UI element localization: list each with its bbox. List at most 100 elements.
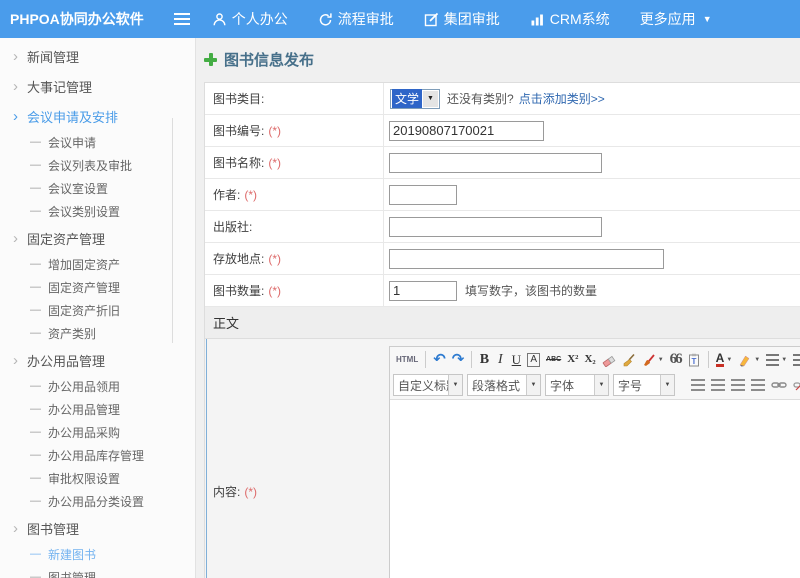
bold-button[interactable]: B bbox=[477, 349, 491, 370]
paragraph-select[interactable]: 段落格式▼ bbox=[467, 374, 541, 396]
undo-button[interactable]: ↶ bbox=[431, 349, 448, 370]
sidebar-item-supplies-manage[interactable]: —办公用品管理 bbox=[0, 398, 195, 421]
dash-icon: — bbox=[30, 137, 41, 148]
author-input[interactable] bbox=[389, 185, 457, 205]
heading-select[interactable]: 自定义标题▼ bbox=[393, 374, 463, 396]
sidebar-group-office-supplies[interactable]: ›办公用品管理 bbox=[0, 345, 195, 375]
nav-group-approval[interactable]: 集团审批 bbox=[424, 9, 500, 29]
nav-more-apps[interactable]: 更多应用▼ bbox=[640, 9, 712, 29]
dash-icon: — bbox=[30, 450, 41, 461]
eraser-button-icon bbox=[602, 353, 616, 367]
ordered-list-button[interactable]: ▼ bbox=[764, 349, 789, 370]
editor-toolbar-row1: HTML↶↷BIUAABCX²X₂▼66TA▼▼▼▼ bbox=[390, 347, 800, 372]
char-border-button-glyph: A bbox=[527, 353, 540, 367]
section-header-body: 正文 bbox=[205, 307, 800, 339]
sidebar-item-meeting-list[interactable]: —会议列表及审批 bbox=[0, 154, 195, 177]
sidebar-item-asset-manage[interactable]: —固定资产管理 bbox=[0, 276, 195, 299]
form-row-book-no: 图书编号: (*) bbox=[205, 115, 800, 147]
redo-button[interactable]: ↷ bbox=[450, 349, 467, 370]
sidebar-group-news[interactable]: ›新闻管理 bbox=[0, 41, 195, 71]
content-field-label: 内容:(*) bbox=[213, 483, 257, 500]
source-code-button[interactable]: HTML bbox=[394, 349, 420, 370]
paste-button-icon: T bbox=[687, 353, 701, 367]
sidebar-group-fixed-assets[interactable]: › 固定资产管理 bbox=[0, 223, 195, 253]
sidebar-item-asset-add[interactable]: —增加固定资产 bbox=[0, 253, 195, 276]
char-border-button[interactable]: A bbox=[525, 349, 542, 370]
hamburger-icon[interactable] bbox=[174, 13, 190, 25]
font-size-select-label: 字号 bbox=[614, 377, 660, 394]
required-mark: (*) bbox=[268, 124, 281, 138]
nav-personal-office[interactable]: 个人办公 bbox=[212, 9, 288, 29]
caret-down-icon: ▼ bbox=[781, 357, 787, 363]
sidebar-item-supplies-purchase[interactable]: —办公用品采购 bbox=[0, 421, 195, 444]
sidebar-item-asset-category[interactable]: —资产类别 bbox=[0, 322, 195, 345]
caret-down-icon: ▼ bbox=[594, 375, 608, 395]
sidebar-item-supplies-category[interactable]: —办公用品分类设置 bbox=[0, 490, 195, 513]
font-family-select[interactable]: 字体▼ bbox=[545, 374, 609, 396]
add-category-link[interactable]: 点击添加类别>> bbox=[519, 90, 605, 107]
publisher-input[interactable] bbox=[389, 217, 602, 237]
sidebar-group-books[interactable]: ›图书管理 bbox=[0, 513, 195, 543]
field-label: 图书编号: bbox=[213, 122, 264, 139]
underline-button[interactable]: U bbox=[509, 349, 523, 370]
book-no-input[interactable] bbox=[389, 121, 544, 141]
editor-content-area[interactable] bbox=[390, 400, 800, 578]
editor-left-border bbox=[206, 339, 207, 578]
rich-text-editor: HTML↶↷BIUAABCX²X₂▼66TA▼▼▼▼ 自定义标题▼段落格式▼字体… bbox=[389, 346, 800, 578]
blockquote-button[interactable]: 66 bbox=[668, 349, 683, 370]
sidebar-item-supplies-claim[interactable]: —办公用品领用 bbox=[0, 375, 195, 398]
sidebar-item-asset-depreciation[interactable]: —固定资产折旧 bbox=[0, 299, 195, 322]
nav-label: CRM系统 bbox=[550, 9, 610, 29]
category-select[interactable]: 文学 ▼ bbox=[390, 89, 440, 109]
sidebar-item-approval-permission[interactable]: —审批权限设置 bbox=[0, 467, 195, 490]
format-painter-button[interactable]: ▼ bbox=[640, 349, 666, 370]
chevron-right-icon: › bbox=[13, 231, 18, 246]
sidebar-group-events[interactable]: ›大事记管理 bbox=[0, 71, 195, 101]
eraser-button[interactable] bbox=[600, 349, 618, 370]
sidebar-group-meeting[interactable]: ›会议申请及安排 bbox=[0, 101, 195, 131]
caret-down-icon: ▼ bbox=[526, 375, 540, 395]
superscript-button[interactable]: X² bbox=[565, 349, 580, 370]
top-header: PHPOA协同办公软件 个人办公流程审批集团审批CRM系统更多应用▼ bbox=[0, 0, 800, 38]
align-right-button[interactable] bbox=[729, 375, 747, 396]
align-left-button[interactable] bbox=[689, 375, 707, 396]
paste-button[interactable]: T bbox=[685, 349, 703, 370]
font-size-select[interactable]: 字号▼ bbox=[613, 374, 675, 396]
link-button-icon bbox=[771, 379, 787, 391]
unordered-list-button[interactable]: ▼ bbox=[791, 349, 800, 370]
book-name-input[interactable] bbox=[389, 153, 602, 173]
sidebar-item-meeting-apply[interactable]: —会议申请 bbox=[0, 131, 195, 154]
form-row-location: 存放地点:(*) bbox=[205, 243, 800, 275]
field-label: 作者: bbox=[213, 186, 240, 203]
highlight-color-button[interactable]: ▼ bbox=[736, 349, 762, 370]
subscript-button[interactable]: X₂ bbox=[582, 349, 597, 370]
caret-down-icon: ▼ bbox=[423, 91, 438, 107]
quantity-input[interactable] bbox=[389, 281, 457, 301]
sidebar-item-book-manage[interactable]: —图书管理 bbox=[0, 566, 195, 578]
sidebar-group-label: 固定资产管理 bbox=[27, 229, 105, 248]
sidebar-item-label: 办公用品领用 bbox=[48, 378, 120, 395]
clear-format-button[interactable] bbox=[620, 349, 638, 370]
nav-crm-system[interactable]: CRM系统 bbox=[530, 9, 610, 29]
italic-button[interactable]: I bbox=[493, 349, 507, 370]
font-color-button[interactable]: A▼ bbox=[714, 349, 735, 370]
flow-icon bbox=[318, 12, 333, 27]
align-center-button[interactable] bbox=[709, 375, 727, 396]
edit-icon bbox=[424, 12, 439, 27]
quantity-hint: 填写数字，该图书的数量 bbox=[465, 282, 597, 299]
unlink-button[interactable] bbox=[791, 375, 800, 396]
sidebar-item-meeting-room[interactable]: —会议室设置 bbox=[0, 177, 195, 200]
sidebar-item-supplies-stock[interactable]: —办公用品库存管理 bbox=[0, 444, 195, 467]
sidebar-item-book-new[interactable]: —新建图书 bbox=[0, 543, 195, 566]
underline-button-glyph: U bbox=[512, 353, 521, 366]
align-justify-button[interactable] bbox=[749, 375, 767, 396]
strikethrough-button[interactable]: ABC bbox=[544, 349, 563, 370]
nav-process-approval[interactable]: 流程审批 bbox=[318, 9, 394, 29]
sidebar-scrollbar[interactable] bbox=[172, 118, 173, 343]
sidebar-item-meeting-category[interactable]: —会议类别设置 bbox=[0, 200, 195, 223]
link-button[interactable] bbox=[769, 375, 789, 396]
location-input[interactable] bbox=[389, 249, 664, 269]
required-mark: (*) bbox=[268, 156, 281, 170]
sidebar-item-label: 新建图书 bbox=[48, 546, 96, 563]
caret-down-icon: ▼ bbox=[754, 357, 760, 363]
